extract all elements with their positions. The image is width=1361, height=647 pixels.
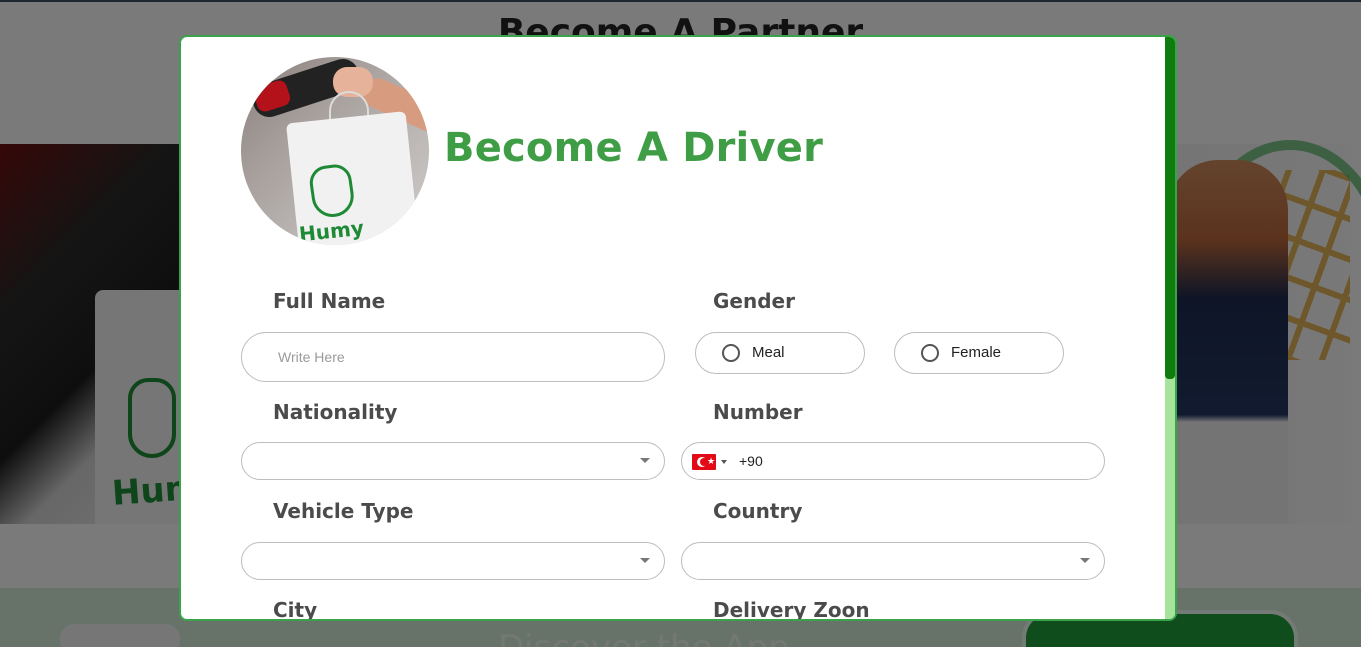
chevron-down-icon (640, 558, 650, 563)
city-label: City (273, 598, 318, 621)
nationality-label: Nationality (273, 400, 398, 424)
gender-option-label: Female (951, 344, 1002, 361)
full-name-field[interactable] (241, 332, 665, 382)
modal-scrollbar-thumb[interactable] (1165, 37, 1175, 379)
modal-title: Become A Driver (444, 125, 823, 171)
delivery-zone-label: Delivery Zoon (713, 598, 870, 621)
gender-option-female[interactable]: Female (894, 332, 1064, 374)
flag-star-icon: ★ (707, 457, 716, 467)
vehicle-type-select[interactable] (241, 542, 665, 580)
nationality-select[interactable] (241, 442, 665, 480)
chevron-down-icon (640, 458, 650, 463)
turkey-flag-icon[interactable]: ★ (692, 454, 716, 470)
phone-number-field[interactable]: ★ +90 (681, 442, 1105, 480)
full-name-input[interactable] (278, 333, 648, 381)
radio-circle-icon[interactable] (722, 344, 740, 362)
become-driver-modal: Humy Become A Driver Full Name Gender Me… (179, 35, 1177, 621)
country-label: Country (713, 499, 803, 523)
modal-content: Humy Become A Driver Full Name Gender Me… (181, 37, 1165, 619)
chevron-down-icon (1080, 558, 1090, 563)
gender-label: Gender (713, 289, 795, 313)
country-code-chevron-down-icon[interactable] (721, 460, 727, 464)
country-select[interactable] (681, 542, 1105, 580)
gender-option-meal[interactable]: Meal (695, 332, 865, 374)
driver-avatar-image: Humy (241, 57, 429, 245)
modal-scrollbar-track[interactable] (1165, 37, 1175, 619)
number-label: Number (713, 400, 803, 424)
radio-circle-icon[interactable] (921, 344, 939, 362)
full-name-label: Full Name (273, 289, 386, 313)
dial-code: +90 (739, 453, 763, 469)
gender-option-label: Meal (752, 344, 785, 361)
vehicle-type-label: Vehicle Type (273, 499, 414, 523)
